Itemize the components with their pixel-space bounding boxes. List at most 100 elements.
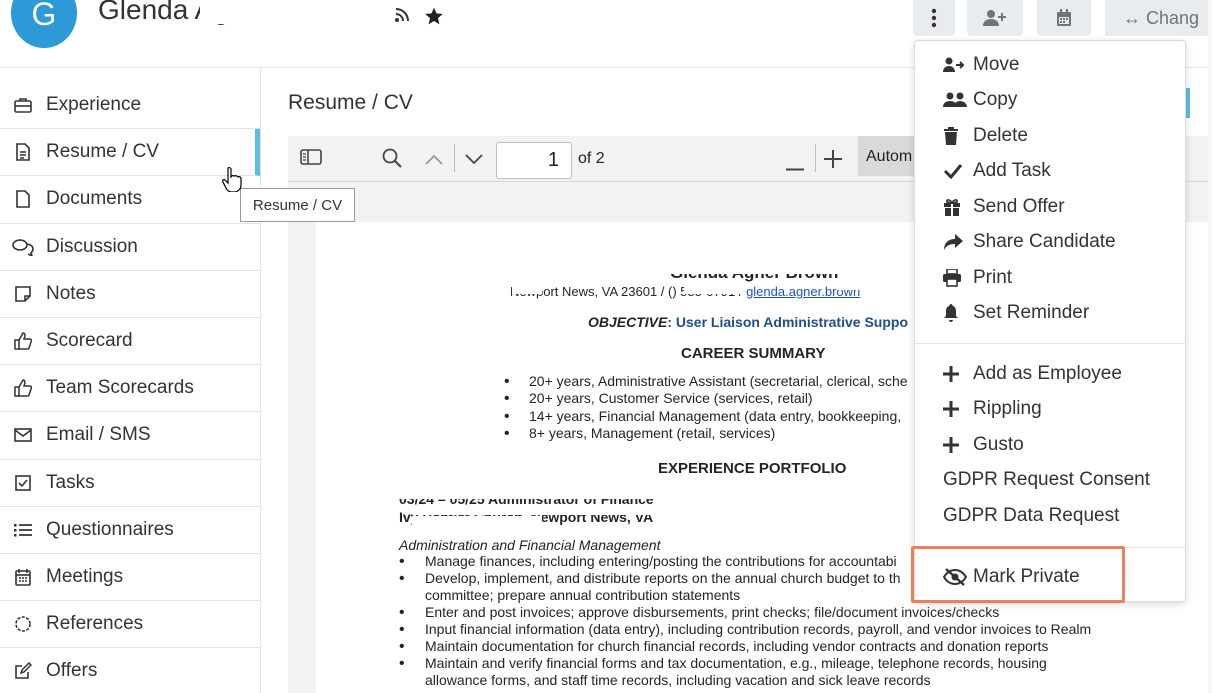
menu-item-set-reminder[interactable]: Set Reminder	[943, 298, 1089, 328]
avatar[interactable]: G	[11, 0, 77, 48]
list-item: 20+ years, Customer Service (services, r…	[504, 390, 908, 408]
experience-heading: EXPERIENCE PORTFOLIO	[658, 460, 847, 477]
menu-item-add-task[interactable]: Add Task	[943, 156, 1051, 186]
menu-item-label: Add Task	[973, 160, 1051, 181]
sidebar-item-notes[interactable]: Notes	[0, 271, 260, 318]
trash-icon	[943, 127, 973, 145]
sidebar-item-resume[interactable]: Resume / CV	[0, 129, 260, 177]
sidebar-item-scorecard[interactable]: Scorecard	[0, 318, 260, 366]
toolbar-separator	[815, 144, 816, 172]
envelope-icon	[0, 428, 46, 443]
vertical-ellipsis-icon	[931, 8, 937, 28]
menu-item-label: Copy	[973, 89, 1018, 110]
file-icon	[0, 190, 46, 209]
scrollbar-track[interactable]	[1208, 0, 1212, 693]
list-item: Maintain and verify financial forms and …	[399, 655, 1091, 672]
list-item: Input financial information (data entry)…	[399, 621, 1091, 638]
sidebar-item-label: References	[46, 613, 144, 635]
highlight-box	[911, 546, 1125, 603]
sidebar-item-label: Notes	[46, 282, 96, 304]
sidebar-divider	[260, 68, 261, 693]
menu-item-move[interactable]: Move	[943, 50, 1019, 80]
menu-item-gusto[interactable]: Gusto	[943, 430, 1024, 460]
previous-page-icon[interactable]	[425, 152, 443, 170]
toolbar-separator	[454, 144, 455, 172]
menu-item-gdpr-request-consent[interactable]: GDPR Request Consent	[943, 465, 1150, 495]
sidebar-item-team-scorecards[interactable]: Team Scorecards	[0, 365, 260, 413]
sidebar-item-label: Resume / CV	[46, 141, 159, 163]
share-icon	[943, 234, 973, 250]
circle-icon	[0, 615, 46, 633]
menu-item-label: Set Reminder	[973, 302, 1090, 323]
sidebar-item-label: Documents	[46, 188, 143, 210]
sidebar-item-documents[interactable]: Documents	[0, 176, 260, 224]
sidebar-item-label: Meetings	[46, 565, 124, 587]
add-user-button[interactable]	[967, 0, 1023, 36]
redaction	[399, 491, 689, 499]
sidebar-item-offers[interactable]: Offers	[0, 648, 260, 693]
tooltip: Resume / CV	[240, 188, 355, 222]
menu-item-send-offer[interactable]: Send Offer	[943, 192, 1065, 222]
next-page-icon[interactable]	[465, 152, 483, 170]
redaction	[512, 284, 542, 294]
menu-item-print[interactable]: Print	[943, 263, 1012, 293]
calendar-icon	[1057, 9, 1071, 26]
sidebar-item-email-sms[interactable]: Email / SMS	[0, 412, 260, 460]
sidebar-item-discussion[interactable]: Discussion	[0, 224, 260, 271]
calendar-icon	[0, 568, 46, 586]
menu-item-rippling[interactable]: Rippling	[943, 394, 1042, 424]
menu-item-add-as-employee[interactable]: Add as Employee	[943, 359, 1122, 389]
resume-objective: OBJECTIVE: User Liaison Administrative S…	[588, 314, 908, 330]
thumbs-up-icon	[0, 332, 46, 350]
sidebar-item-tasks[interactable]: Tasks	[0, 460, 260, 507]
more-actions-button[interactable]	[913, 0, 955, 36]
menu-item-label: Move	[973, 54, 1020, 75]
gift-icon	[943, 198, 973, 216]
page-number-input[interactable]: 1	[496, 142, 572, 179]
sidebar-item-label: Tasks	[46, 471, 95, 493]
redaction	[412, 516, 542, 526]
menu-item-delete[interactable]: Delete	[943, 121, 1028, 151]
edit-icon	[0, 662, 46, 680]
redaction	[655, 262, 845, 274]
document-icon	[0, 143, 46, 162]
menu-item-gdpr-data-request[interactable]: GDPR Data Request	[943, 501, 1119, 531]
menu-item-label: GDPR Request Consent	[943, 469, 1150, 490]
briefcase-icon	[0, 97, 46, 113]
sidebar-item-meetings[interactable]: Meetings	[0, 554, 260, 602]
zoom-out-icon[interactable]	[786, 158, 804, 176]
sidebar-toggle-icon[interactable]	[300, 148, 322, 171]
thumbs-up-icon	[0, 379, 46, 397]
chat-icon	[0, 238, 46, 256]
job-area: Administration and Financial Management	[399, 537, 661, 553]
zoom-in-icon[interactable]	[824, 150, 842, 173]
list-icon	[0, 523, 46, 537]
sidebar-item-references[interactable]: References	[0, 601, 260, 649]
sidebar-item-label: Experience	[46, 94, 142, 116]
page-title: Resume / CV	[288, 91, 413, 114]
menu-divider	[915, 343, 1185, 344]
menu-item-copy[interactable]: Copy	[943, 85, 1017, 115]
menu-item-label: Share Candidate	[973, 231, 1116, 252]
search-icon[interactable]	[382, 148, 402, 173]
bell-icon	[943, 304, 973, 322]
sidebar-item-label: Email / SMS	[46, 424, 151, 446]
sidebar-item-label: Questionnaires	[46, 518, 174, 540]
note-icon	[0, 286, 46, 302]
redaction	[684, 284, 744, 294]
star-icon[interactable]	[424, 6, 444, 31]
user-plus-icon	[983, 10, 1006, 26]
sidebar-item-questionnaires[interactable]: Questionnaires	[0, 507, 260, 554]
check-icon	[943, 163, 973, 179]
list-item: allowance forms, and staff time records,…	[425, 672, 931, 688]
rss-icon[interactable]	[393, 6, 411, 29]
zoom-select[interactable]: Autom	[858, 136, 918, 176]
change-stage-button[interactable]: ↔ Chang	[1105, 0, 1212, 36]
calendar-button[interactable]	[1037, 0, 1091, 36]
sidebar-item-experience[interactable]: Experience	[0, 82, 260, 130]
list-item: 14+ years, Financial Management (data en…	[504, 408, 908, 426]
sidebar: Experience Resume / CV Documents Discuss…	[0, 82, 260, 693]
menu-item-label: Rippling	[973, 398, 1042, 419]
menu-item-share-candidate[interactable]: Share Candidate	[943, 227, 1116, 257]
hand-cursor-icon	[222, 166, 242, 197]
